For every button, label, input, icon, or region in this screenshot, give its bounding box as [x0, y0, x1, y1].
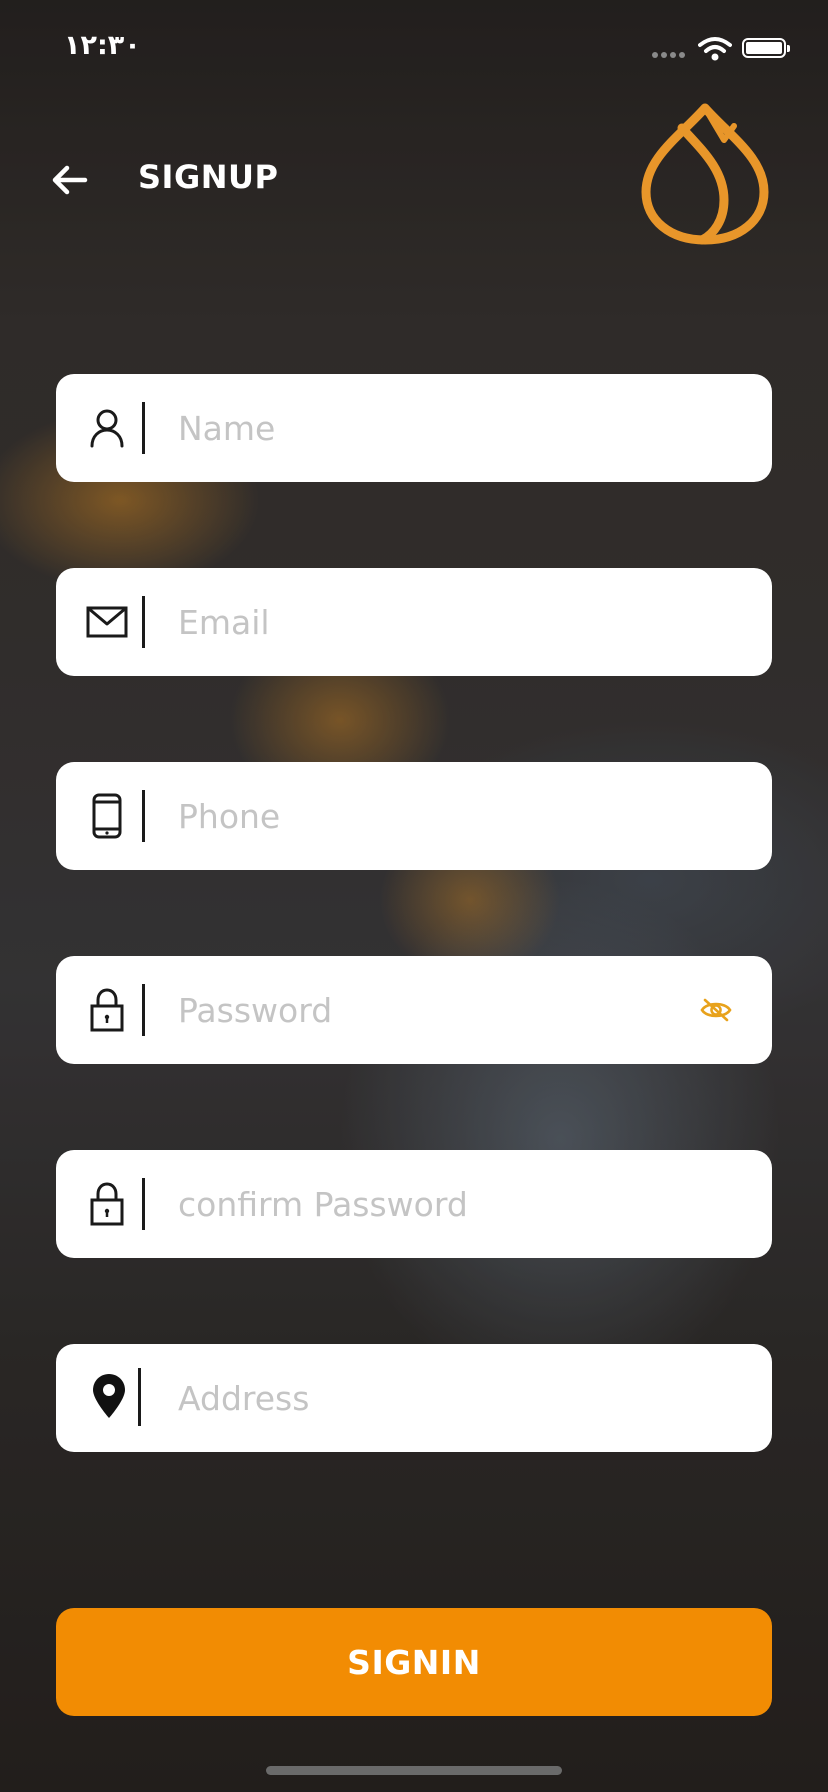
drop-logo-icon — [641, 103, 769, 245]
password-field — [56, 956, 772, 1064]
field-divider — [142, 402, 145, 454]
field-divider — [142, 1178, 145, 1230]
page-title: SIGNUP — [138, 158, 279, 196]
signal-icon — [652, 52, 685, 58]
arrow-left-icon — [52, 165, 88, 195]
map-pin-icon — [86, 1372, 132, 1420]
user-icon — [84, 404, 130, 452]
name-input[interactable] — [178, 398, 698, 458]
address-input[interactable] — [178, 1368, 698, 1428]
home-indicator — [266, 1766, 562, 1775]
password-visibility-toggle[interactable] — [696, 990, 736, 1030]
lock-icon — [84, 986, 130, 1034]
phone-icon — [84, 792, 130, 840]
eye-off-icon — [700, 998, 732, 1022]
field-divider — [138, 1368, 141, 1426]
lock-icon — [84, 1180, 130, 1228]
name-field — [56, 374, 772, 482]
phone-input[interactable] — [178, 786, 698, 846]
email-field — [56, 568, 772, 676]
signup-screen: ١٢:٣٠ SIGNUP Name Email Phone Address SI… — [0, 0, 828, 1792]
signin-button[interactable]: SIGNIN — [56, 1608, 772, 1716]
background-overlay — [0, 0, 828, 1792]
field-divider — [142, 984, 145, 1036]
email-input[interactable] — [178, 592, 698, 652]
confirm-password-input[interactable] — [178, 1174, 698, 1234]
field-divider — [142, 596, 145, 648]
status-time: ١٢:٣٠ — [64, 30, 141, 61]
battery-icon — [742, 38, 790, 58]
back-button[interactable] — [44, 158, 94, 202]
wifi-icon — [698, 37, 732, 61]
confirm-password-field — [56, 1150, 772, 1258]
envelope-icon — [84, 598, 130, 646]
address-field — [56, 1344, 772, 1452]
password-input[interactable] — [178, 980, 618, 1040]
field-divider — [142, 790, 145, 842]
phone-field — [56, 762, 772, 870]
